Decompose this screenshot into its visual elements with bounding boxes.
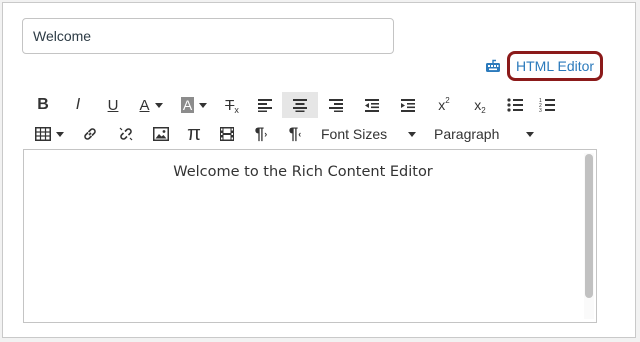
align-left-icon	[258, 99, 272, 112]
image-button[interactable]	[144, 121, 178, 147]
svg-text:3: 3	[539, 108, 542, 113]
chevron-down-icon	[55, 131, 64, 137]
toolbar-row-insert: π ¶ › ¶ ‹ Font Sizes Paragraph	[26, 121, 540, 147]
clear-formatting-button[interactable]: Tx	[216, 92, 248, 118]
chevron-down-icon	[408, 131, 416, 137]
rich-content-editor-area[interactable]: Welcome to the Rich Content Editor	[23, 149, 597, 323]
equation-button[interactable]: π	[178, 121, 210, 147]
chevron-down-icon	[526, 131, 534, 137]
bold-button[interactable]: B	[26, 92, 60, 118]
table-icon	[34, 127, 51, 141]
underline-icon: U	[107, 96, 119, 114]
background-color-icon: A	[180, 97, 195, 113]
table-button[interactable]	[26, 121, 72, 147]
align-center-icon	[293, 99, 307, 112]
link-button[interactable]	[72, 121, 108, 147]
superscript-button[interactable]: x2	[426, 92, 462, 118]
media-button[interactable]	[210, 121, 244, 147]
rtl-arrow-icon: ‹	[298, 129, 302, 139]
indent-icon	[401, 99, 415, 112]
superscript-exp: 2	[445, 95, 450, 105]
font-sizes-label: Font Sizes	[321, 126, 388, 142]
title-input[interactable]	[22, 18, 394, 54]
html-editor-link[interactable]: HTML Editor	[507, 51, 604, 81]
superscript-icon: x	[438, 97, 446, 113]
italic-icon: I	[75, 96, 81, 113]
subscript-button[interactable]: x2	[462, 92, 498, 118]
image-icon	[153, 127, 169, 141]
subscript-exp: 2	[481, 105, 486, 115]
editor-scrollbar[interactable]	[584, 153, 594, 319]
scrollbar-thumb[interactable]	[585, 154, 593, 298]
text-color-icon: A	[139, 96, 150, 114]
paragraph-label: Paragraph	[434, 126, 500, 142]
html-editor-toggle[interactable]: HTML Editor	[485, 51, 604, 81]
ltr-arrow-icon: ›	[264, 129, 268, 139]
bold-icon: B	[37, 96, 49, 113]
bullet-list-icon	[507, 98, 523, 112]
align-right-button[interactable]	[318, 92, 354, 118]
ltr-button[interactable]: ¶ ›	[244, 121, 278, 147]
outdent-button[interactable]	[354, 92, 390, 118]
text-color-button[interactable]: A	[130, 92, 172, 118]
pilcrow-rtl-icon: ¶	[288, 124, 299, 143]
numbered-list-icon: 123	[539, 98, 555, 113]
indent-button[interactable]	[390, 92, 426, 118]
align-right-icon	[329, 99, 343, 112]
chevron-down-icon	[154, 102, 163, 108]
align-center-button[interactable]	[282, 92, 318, 118]
link-icon	[84, 128, 96, 140]
toolbar-row-formatting: B I U A A Tx x2 x2 123	[26, 92, 562, 118]
film-icon	[220, 127, 234, 141]
clear-formatting-icon: T	[225, 96, 235, 114]
bullet-list-button[interactable]	[498, 92, 532, 118]
keyboard-icon	[485, 59, 501, 73]
background-color-button[interactable]: A	[172, 92, 216, 118]
align-left-button[interactable]	[248, 92, 282, 118]
chevron-down-icon	[199, 102, 208, 108]
pi-icon: π	[187, 122, 201, 145]
numbered-list-button[interactable]: 123	[532, 92, 562, 118]
italic-button[interactable]: I	[60, 92, 96, 118]
unlink-icon	[119, 127, 133, 141]
unlink-button[interactable]	[108, 121, 144, 147]
font-sizes-dropdown[interactable]: Font Sizes	[312, 121, 424, 147]
pilcrow-ltr-icon: ¶	[254, 124, 265, 143]
subscript-icon: x	[474, 97, 482, 113]
underline-button[interactable]: U	[96, 92, 130, 118]
outdent-icon	[365, 99, 379, 112]
editor-content-text: Welcome to the Rich Content Editor	[173, 164, 433, 180]
rtl-button[interactable]: ¶ ‹	[278, 121, 312, 147]
clear-formatting-sub: x	[234, 105, 239, 115]
paragraph-format-dropdown[interactable]: Paragraph	[424, 121, 540, 147]
